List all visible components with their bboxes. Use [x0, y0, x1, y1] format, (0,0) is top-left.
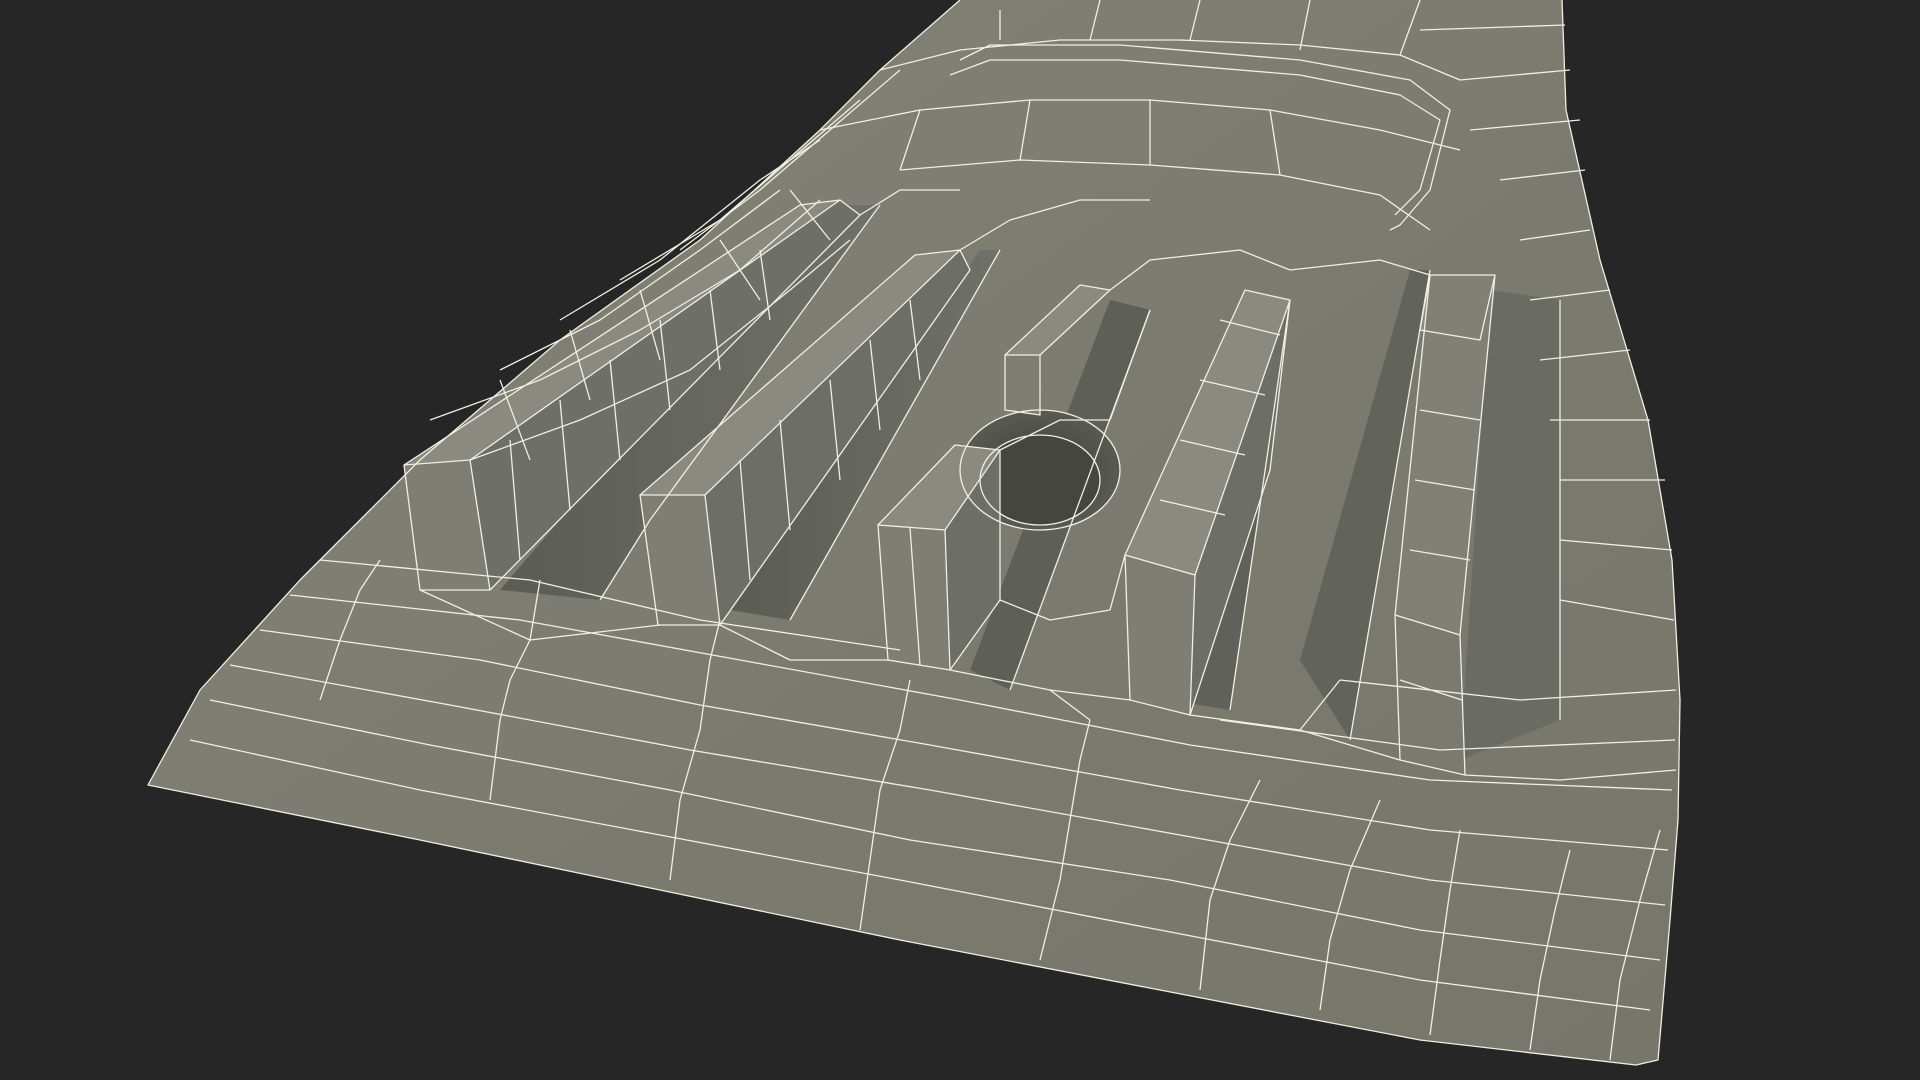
3d-viewport[interactable]	[0, 0, 1920, 1080]
mesh-render	[147, 0, 1681, 1066]
